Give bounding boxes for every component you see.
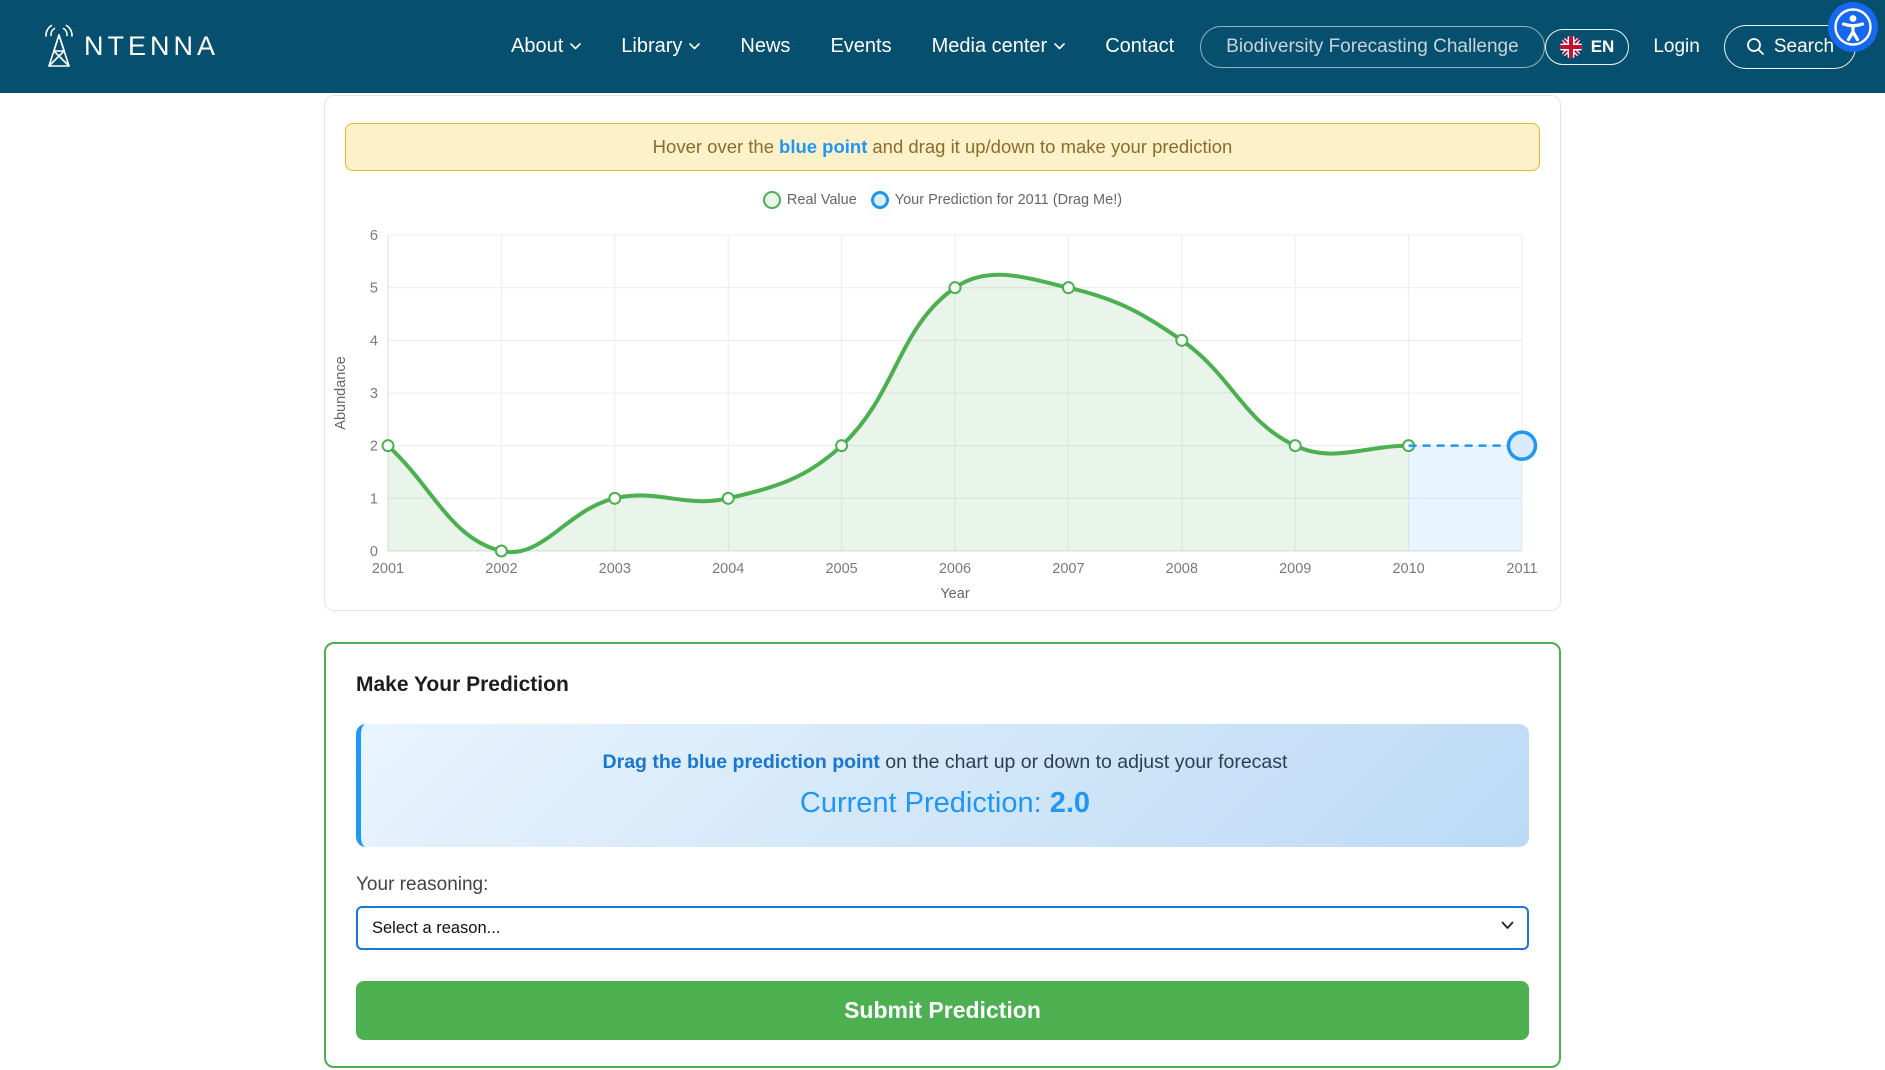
legend-item-prediction[interactable]: Your Prediction for 2011 (Drag Me!)	[871, 191, 1122, 209]
real-point	[1176, 335, 1187, 346]
real-point	[383, 440, 394, 451]
nav-right: EN Login Search	[1545, 25, 1856, 69]
x-axis-title: Year	[940, 586, 969, 602]
nav-item-events[interactable]: Events	[830, 35, 891, 58]
legend-item-real-value[interactable]: Real Value	[763, 191, 857, 209]
real-value-legend-label: Real Value	[787, 192, 857, 208]
brand-text: NTENNA	[84, 31, 219, 62]
accessibility-icon	[1831, 5, 1875, 49]
real-point	[609, 493, 620, 504]
accessibility-button[interactable]	[1828, 2, 1878, 52]
real-value-legend-marker	[763, 191, 781, 209]
drag-instruction-text: Drag the blue prediction point on the ch…	[603, 751, 1288, 774]
current-prediction: Current Prediction: 2.0	[800, 787, 1090, 820]
svg-text:4: 4	[370, 333, 378, 349]
reasoning-select-wrap: Select a reason...	[356, 906, 1529, 950]
svg-text:2009: 2009	[1279, 561, 1311, 577]
nav-menu: About Library News Events Media center Contac…	[511, 35, 1174, 58]
prediction-area	[1409, 446, 1522, 551]
svg-text:2007: 2007	[1052, 561, 1084, 577]
nav-item-media-center[interactable]: Media center	[932, 35, 1066, 58]
instruction-banner: Hover over the blue point and drag it up…	[345, 123, 1540, 171]
nav-item-news[interactable]: News	[740, 35, 790, 58]
search-icon	[1746, 37, 1765, 56]
svg-text:2006: 2006	[939, 561, 971, 577]
nav-item-about[interactable]: About	[511, 35, 581, 58]
reasoning-label: Your reasoning:	[356, 874, 1529, 896]
svg-text:2011: 2011	[1506, 561, 1537, 577]
prediction-title: Make Your Prediction	[356, 673, 1529, 697]
real-series	[383, 275, 1415, 557]
prediction-point[interactable]	[1509, 432, 1536, 459]
y-axis-title: Abundance	[333, 356, 349, 429]
chevron-down-icon	[1054, 43, 1065, 50]
real-point	[1290, 440, 1301, 451]
prediction-legend-marker	[871, 191, 889, 209]
svg-text:2002: 2002	[485, 561, 517, 577]
svg-text:3: 3	[370, 386, 378, 402]
reasoning-select[interactable]: Select a reason...	[356, 906, 1529, 950]
login-link[interactable]: Login	[1653, 36, 1700, 58]
real-point	[1063, 282, 1074, 293]
chart-legend: Real Value Your Prediction for 2011 (Dra…	[325, 191, 1560, 209]
antenna-logo[interactable]: NTENNA	[40, 24, 219, 70]
svg-text:2: 2	[370, 439, 378, 455]
svg-text:6: 6	[370, 228, 378, 244]
real-point	[836, 440, 847, 451]
svg-text:0: 0	[370, 544, 378, 560]
drag-instruction-box: Drag the blue prediction point on the ch…	[356, 724, 1529, 847]
real-point	[950, 282, 961, 293]
search-label: Search	[1774, 36, 1834, 58]
prediction-legend-label: Your Prediction for 2011 (Drag Me!)	[895, 192, 1122, 208]
chart-card: Hover over the blue point and drag it up…	[324, 95, 1561, 611]
svg-text:2004: 2004	[712, 561, 744, 577]
uk-flag-icon	[1560, 36, 1582, 58]
svg-text:2003: 2003	[599, 561, 631, 577]
current-prediction-label: Current Prediction:	[800, 787, 1042, 819]
biodiversity-challenge-button[interactable]: Biodiversity Forecasting Challenge	[1200, 26, 1545, 68]
banner-text-suffix: and drag it up/down to make your predict…	[872, 136, 1232, 158]
chevron-down-icon	[689, 43, 700, 50]
banner-text-prefix: Hover over the	[653, 136, 774, 158]
nav-item-contact[interactable]: Contact	[1105, 35, 1174, 58]
svg-text:2008: 2008	[1166, 561, 1198, 577]
prediction-card: Make Your Prediction Drag the blue predi…	[324, 642, 1561, 1068]
svg-text:2001: 2001	[372, 561, 404, 577]
current-prediction-value: 2.0	[1050, 787, 1090, 819]
submit-prediction-button[interactable]: Submit Prediction	[356, 981, 1529, 1040]
prediction-series	[1409, 432, 1536, 551]
svg-text:5: 5	[370, 281, 378, 297]
real-point	[723, 493, 734, 504]
chevron-down-icon	[570, 43, 581, 50]
abundance-chart[interactable]: 0 1 2 3 4 5 6 2001 2002 2003 2004 2005 2006 2007 2008 2…	[325, 220, 1562, 608]
language-selector[interactable]: EN	[1545, 29, 1630, 65]
drag-instruction-bold: Drag the blue prediction point	[603, 751, 880, 773]
svg-text:2005: 2005	[825, 561, 857, 577]
banner-highlight: blue point	[774, 136, 872, 158]
antenna-tower-icon	[40, 24, 78, 70]
svg-text:2010: 2010	[1392, 561, 1424, 577]
language-label: EN	[1591, 37, 1615, 57]
nav-item-library[interactable]: Library	[621, 35, 700, 58]
real-point	[496, 546, 507, 557]
drag-instruction-rest: on the chart up or down to adjust your f…	[880, 751, 1288, 773]
real-area	[388, 275, 1409, 552]
svg-text:1: 1	[370, 491, 378, 507]
navbar: NTENNA About Library News Events Media cente…	[0, 0, 1885, 93]
